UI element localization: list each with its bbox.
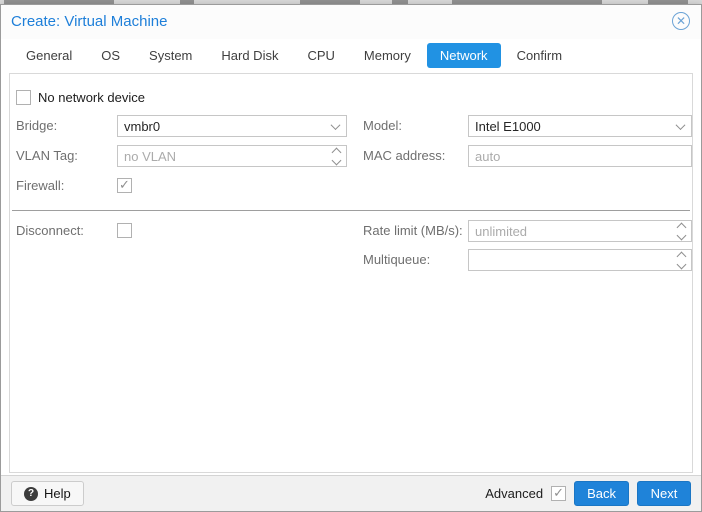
model-combobox[interactable] — [468, 115, 692, 137]
spinner-up-down-icon[interactable] — [326, 146, 346, 166]
bridge-label: Bridge: — [16, 115, 57, 137]
firewall-checkbox[interactable] — [117, 178, 132, 193]
disconnect-checkbox[interactable] — [117, 223, 132, 238]
disconnect-label: Disconnect: — [16, 220, 84, 242]
vlan-tag-spinner[interactable] — [117, 145, 347, 167]
network-form-panel: No network device Bridge: Model: VLAN Ta… — [9, 73, 693, 473]
advanced-label: Advanced — [485, 486, 543, 501]
tab-system[interactable]: System — [136, 43, 205, 68]
model-input[interactable] — [469, 119, 669, 134]
tab-cpu[interactable]: CPU — [294, 43, 347, 68]
mac-address-input[interactable] — [469, 149, 691, 164]
advanced-section-divider — [12, 210, 690, 211]
firewall-label: Firewall: — [16, 175, 64, 197]
help-button[interactable]: ? Help — [11, 481, 84, 506]
vlan-tag-label: VLAN Tag: — [16, 145, 78, 167]
question-mark-icon: ? — [24, 487, 38, 501]
dialog-title: Create: Virtual Machine — [11, 13, 167, 30]
tab-general[interactable]: General — [13, 43, 85, 68]
bridge-combobox[interactable] — [117, 115, 347, 137]
tab-hard-disk[interactable]: Hard Disk — [208, 43, 291, 68]
wizard-tabbar: General OS System Hard Disk CPU Memory N… — [13, 41, 689, 69]
help-button-label: Help — [44, 486, 71, 501]
next-button[interactable]: Next — [637, 481, 691, 506]
advanced-checkbox[interactable] — [551, 486, 566, 501]
screen: Create: Virtual Machine ✕ General OS Sys… — [0, 0, 702, 512]
create-vm-dialog: Create: Virtual Machine ✕ General OS Sys… — [0, 4, 702, 512]
rate-limit-label: Rate limit (MB/s): — [363, 220, 463, 242]
vlan-tag-input[interactable] — [118, 149, 326, 164]
tab-memory[interactable]: Memory — [351, 43, 424, 68]
back-button[interactable]: Back — [574, 481, 629, 506]
mac-address-label: MAC address: — [363, 145, 445, 167]
dialog-titlebar: Create: Virtual Machine ✕ — [1, 5, 701, 39]
mac-address-field[interactable] — [468, 145, 692, 167]
spinner-up-down-icon[interactable] — [671, 221, 691, 241]
model-label: Model: — [363, 115, 402, 137]
dialog-footer: ? Help Advanced Back Next — [1, 475, 701, 511]
tab-confirm[interactable]: Confirm — [504, 43, 576, 68]
close-icon[interactable]: ✕ — [672, 12, 690, 30]
bridge-input[interactable] — [118, 119, 324, 134]
spinner-up-down-icon[interactable] — [671, 250, 691, 270]
chevron-down-icon[interactable] — [669, 116, 691, 136]
tab-network[interactable]: Network — [427, 43, 501, 68]
multiqueue-spinner[interactable] — [468, 249, 692, 271]
no-network-device-label: No network device — [38, 87, 145, 109]
no-network-device-checkbox[interactable] — [16, 90, 31, 105]
multiqueue-input[interactable] — [469, 253, 671, 268]
rate-limit-input[interactable] — [469, 224, 671, 239]
rate-limit-spinner[interactable] — [468, 220, 692, 242]
tab-os[interactable]: OS — [88, 43, 133, 68]
chevron-down-icon[interactable] — [324, 116, 346, 136]
multiqueue-label: Multiqueue: — [363, 249, 430, 271]
